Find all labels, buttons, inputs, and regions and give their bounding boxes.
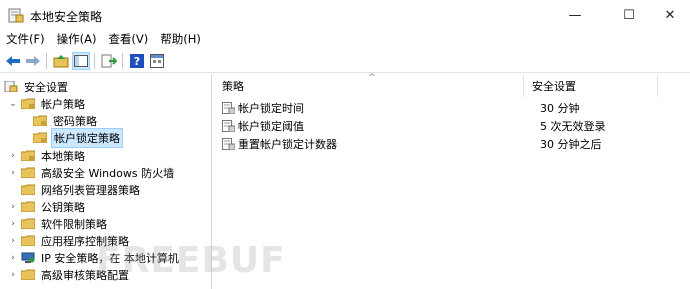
tree-item-security-settings[interactable]: 安全设置 <box>4 78 70 95</box>
tree-item-account-lockout-policy[interactable]: 帐户锁定策略 <box>30 127 123 148</box>
menu-view[interactable]: 查看(V) <box>108 31 148 47</box>
folder-icon <box>21 184 35 195</box>
minimize-button[interactable]: — <box>552 0 598 30</box>
chevron-down-icon[interactable]: ⌄ <box>8 99 18 109</box>
help-icon[interactable]: ? <box>128 52 146 70</box>
folder-lock-icon <box>21 98 35 109</box>
folder-lock-icon <box>21 150 35 161</box>
menu-file[interactable]: 文件(F) <box>6 31 45 47</box>
title-bar: 本地安全策略 — ☐ ✕ <box>0 0 690 30</box>
window-title: 本地安全策略 <box>30 10 103 24</box>
chevron-right-icon[interactable]: › <box>8 253 18 263</box>
computer-shield-icon <box>21 252 35 263</box>
policy-item-icon <box>222 102 235 114</box>
maximize-button[interactable]: ☐ <box>606 0 652 30</box>
folder-icon <box>21 235 35 246</box>
svg-text:?: ? <box>134 55 140 68</box>
column-header-policy[interactable]: 策略 ^ <box>214 73 524 97</box>
column-header-setting[interactable]: 安全设置 <box>524 75 658 97</box>
tree-item-firewall[interactable]: › 高级安全 Windows 防火墙 <box>8 164 176 181</box>
folder-lock-icon <box>33 132 47 143</box>
policy-item-icon <box>222 120 235 132</box>
menu-bar: 文件(F) 操作(A) 查看(V) 帮助(H) <box>0 30 690 48</box>
menu-action[interactable]: 操作(A) <box>57 31 97 47</box>
chevron-right-icon[interactable]: › <box>8 202 18 212</box>
toolbar: ? <box>0 49 690 73</box>
tree-item-network-list-manager[interactable]: 网络列表管理器策略 <box>8 181 142 198</box>
folder-icon <box>21 201 35 212</box>
folder-icon <box>21 269 35 280</box>
tree-item-password-policy[interactable]: 密码策略 <box>30 112 99 129</box>
tree-item-software-restriction[interactable]: › 软件限制策略 <box>8 215 109 232</box>
back-arrow-icon[interactable] <box>4 52 22 70</box>
export-list-icon[interactable] <box>100 52 118 70</box>
list-item[interactable]: 帐户锁定阈值 5 次无效登录 <box>222 117 690 135</box>
tree-item-public-key-policies[interactable]: › 公钥策略 <box>8 198 87 215</box>
sort-ascending-icon: ^ <box>368 73 376 83</box>
chevron-right-icon[interactable]: › <box>8 270 18 280</box>
list-item[interactable]: 重置帐户锁定计数器 30 分钟之后 <box>222 135 690 153</box>
chevron-right-icon[interactable]: › <box>8 168 18 178</box>
tree-item-local-policies[interactable]: › 本地策略 <box>8 147 87 164</box>
tree-item-account-policies[interactable]: ⌄ 帐户策略 <box>8 95 87 112</box>
close-button[interactable]: ✕ <box>650 0 690 30</box>
folder-icon <box>21 167 35 178</box>
chevron-right-icon[interactable]: › <box>8 236 18 246</box>
security-settings-icon <box>4 81 18 92</box>
chevron-right-icon[interactable]: › <box>8 151 18 161</box>
properties-icon[interactable] <box>148 52 166 70</box>
local-security-policy-icon <box>8 8 24 23</box>
policy-item-icon <box>222 138 235 150</box>
forward-arrow-icon[interactable] <box>24 52 42 70</box>
folder-icon <box>21 218 35 229</box>
up-folder-icon[interactable] <box>52 52 70 70</box>
watermark: FREEBUF <box>96 240 286 281</box>
show-hide-tree-icon[interactable] <box>72 52 90 70</box>
list-item[interactable]: 帐户锁定时间 30 分钟 <box>222 99 690 117</box>
chevron-right-icon[interactable]: › <box>8 219 18 229</box>
menu-help[interactable]: 帮助(H) <box>160 31 201 47</box>
folder-lock-icon <box>33 115 47 126</box>
